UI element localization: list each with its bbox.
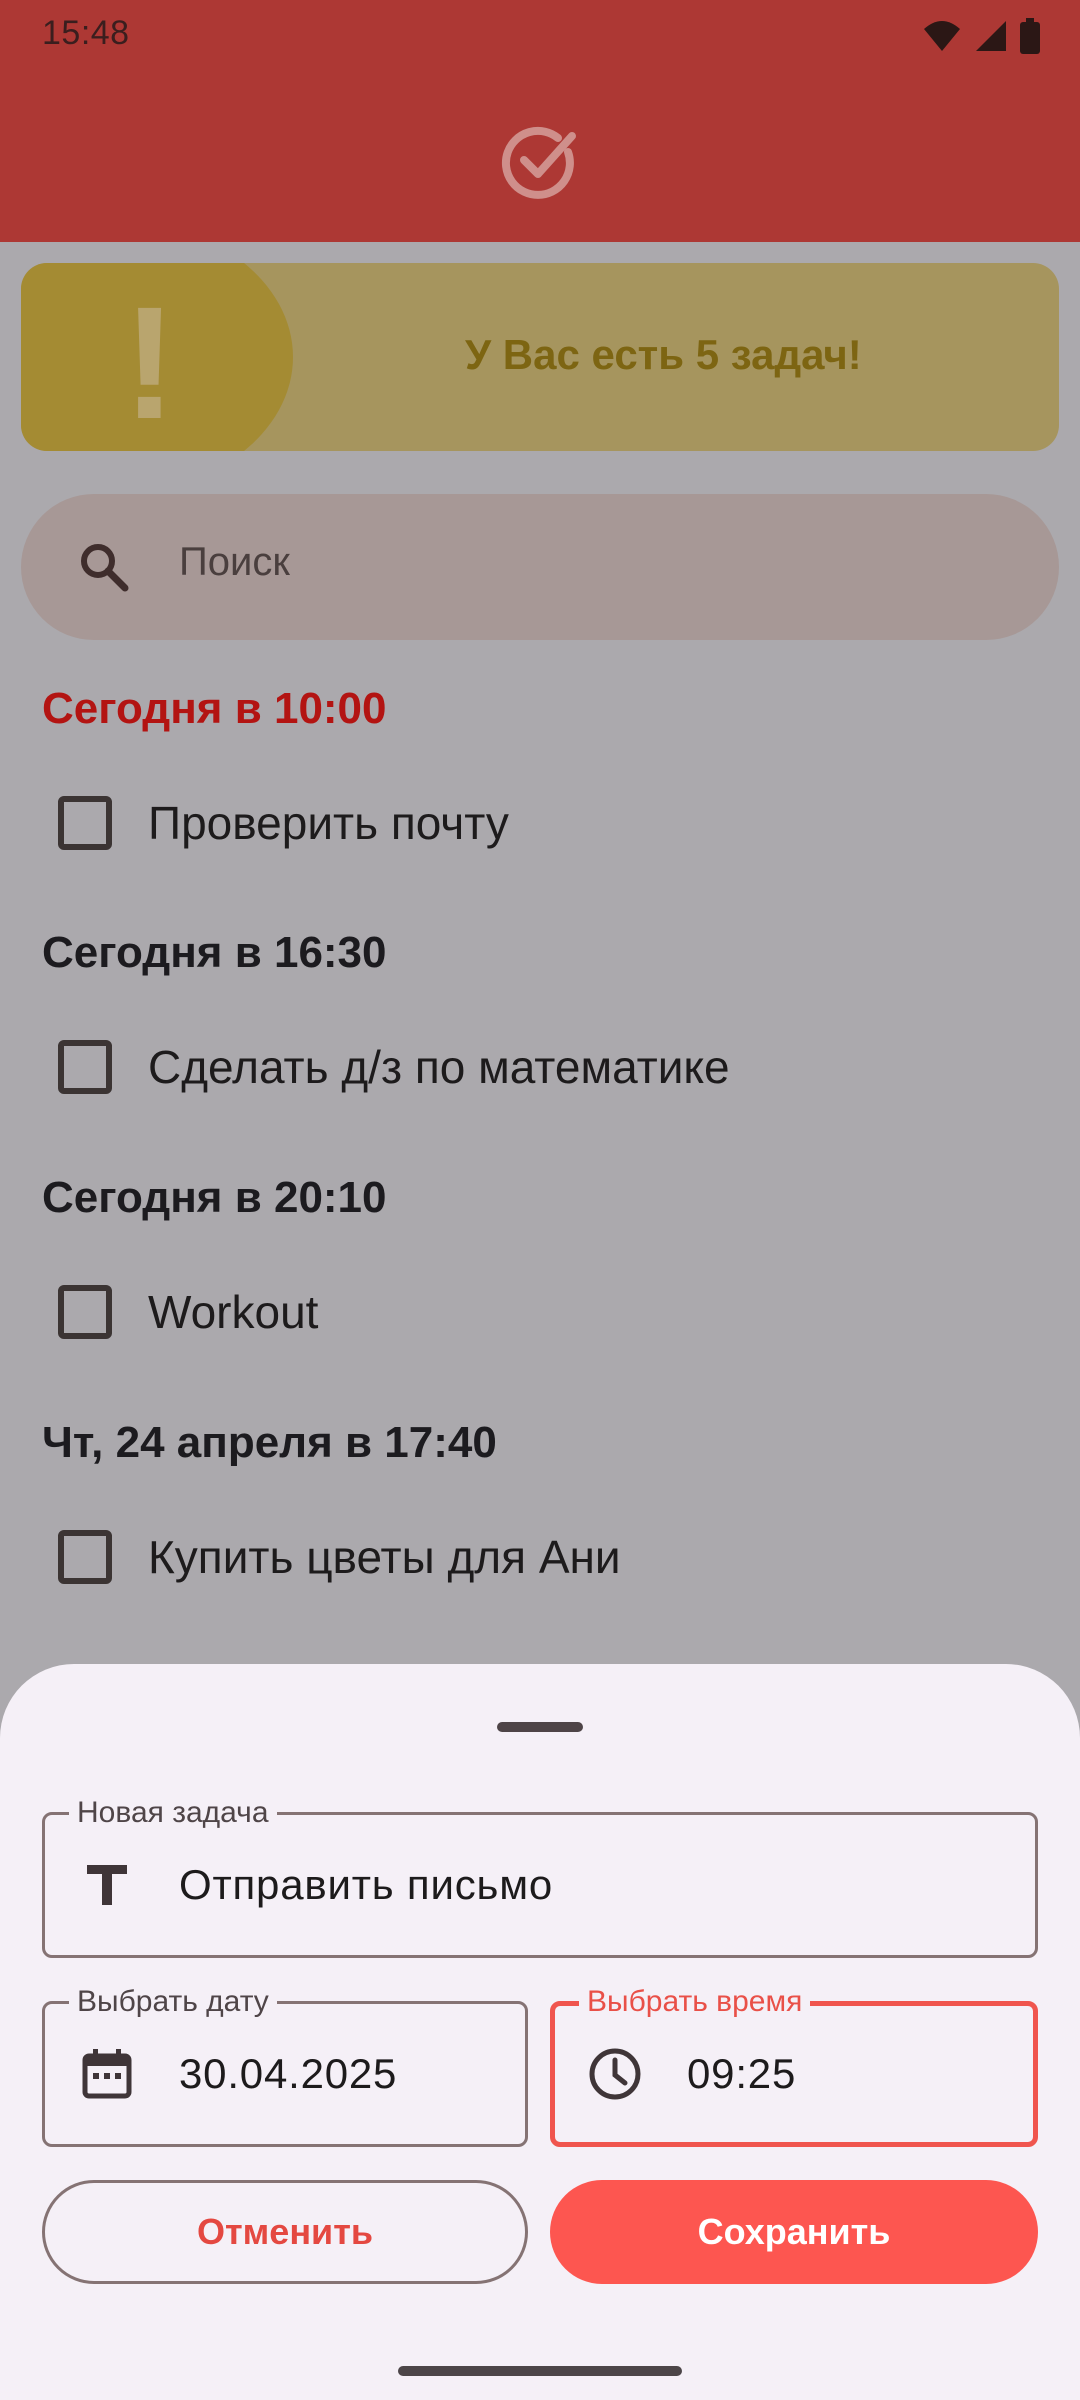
status-time: 15:48 bbox=[42, 14, 130, 52]
task-title[interactable]: Купить цветы для Ани bbox=[148, 1530, 621, 1584]
task-checkbox[interactable] bbox=[58, 1530, 112, 1584]
battery-icon bbox=[1020, 18, 1040, 54]
task-checkbox[interactable] bbox=[58, 1040, 112, 1094]
time-field-label: Выбрать время bbox=[579, 1982, 811, 2022]
task-checkbox[interactable] bbox=[58, 796, 112, 850]
group-header: Сегодня в 10:00 bbox=[42, 684, 387, 733]
task-count-banner: ! У Вас есть 5 задач! bbox=[21, 263, 1059, 451]
app-bar: 15:48 bbox=[0, 0, 1080, 242]
wifi-icon bbox=[924, 21, 960, 51]
save-button[interactable]: Сохранить bbox=[550, 2180, 1038, 2284]
banner-text: У Вас есть 5 задач! bbox=[465, 331, 862, 378]
new-task-bottom-sheet: Новая задача Отправить письмо Выбрать да… bbox=[0, 1664, 1080, 2400]
task-title[interactable]: Сделать д/з по математике bbox=[148, 1040, 730, 1094]
time-input[interactable]: 09:25 bbox=[687, 2050, 796, 2098]
task-title[interactable]: Проверить почту bbox=[148, 796, 509, 850]
date-input[interactable]: 30.04.2025 bbox=[179, 2050, 397, 2098]
date-field[interactable]: Выбрать дату 30.04.2025 bbox=[42, 1982, 528, 2147]
task-row[interactable]: Сделать д/з по математике bbox=[42, 1022, 1042, 1112]
calendar-icon bbox=[82, 2049, 132, 2099]
text-format-icon bbox=[87, 1865, 127, 1905]
task-row[interactable]: Проверить почту bbox=[42, 778, 1042, 868]
clock-icon bbox=[589, 2048, 641, 2100]
task-title[interactable]: Workout bbox=[148, 1285, 318, 1339]
drag-handle[interactable] bbox=[497, 1722, 583, 1732]
search-input[interactable]: Поиск bbox=[179, 540, 290, 585]
task-row[interactable]: Workout bbox=[42, 1267, 1042, 1357]
search-bar[interactable]: Поиск bbox=[21, 494, 1059, 640]
task-row[interactable]: Купить цветы для Ани bbox=[42, 1512, 1042, 1602]
group-header: Сегодня в 20:10 bbox=[42, 1173, 387, 1222]
task-title-field-label: Новая задача bbox=[69, 1793, 277, 1833]
system-navigation-handle[interactable] bbox=[398, 2366, 682, 2376]
search-icon bbox=[81, 544, 129, 592]
status-icons bbox=[922, 16, 1040, 56]
date-field-label: Выбрать дату bbox=[69, 1982, 277, 2022]
time-field[interactable]: Выбрать время 09:25 bbox=[550, 1982, 1038, 2147]
app-logo-check-icon bbox=[501, 126, 576, 199]
task-title-field[interactable]: Новая задача Отправить письмо bbox=[42, 1793, 1038, 1958]
task-checkbox[interactable] bbox=[58, 1285, 112, 1339]
group-header: Чт, 24 апреля в 17:40 bbox=[42, 1418, 497, 1467]
group-header: Сегодня в 16:30 bbox=[42, 928, 387, 977]
signal-icon bbox=[976, 21, 1006, 51]
exclamation-icon: ! bbox=[123, 273, 177, 451]
task-title-input[interactable]: Отправить письмо bbox=[179, 1861, 553, 1909]
cancel-button[interactable]: Отменить bbox=[42, 2180, 528, 2284]
